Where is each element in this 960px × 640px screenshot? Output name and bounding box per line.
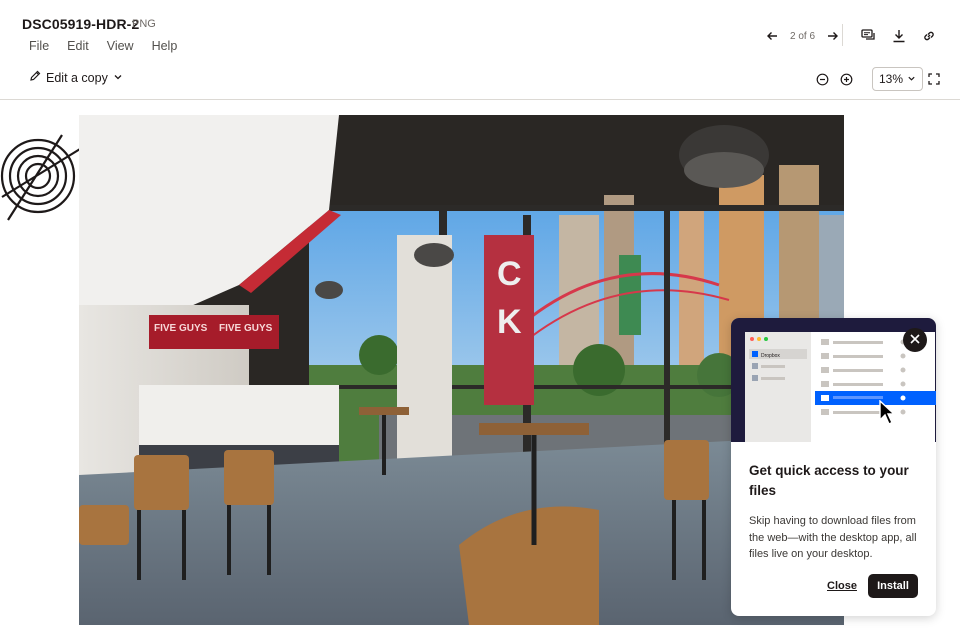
menu-help[interactable]: Help (152, 39, 178, 53)
zoom-select[interactable]: 13% (872, 67, 923, 91)
five-guys-sign-left: FIVE GUYS (154, 323, 208, 334)
file-actions (861, 28, 937, 44)
restaurant-photo: C K FIVE GUYS FIVE GUYS (79, 115, 844, 625)
desktop-app-promo: Dropbox Get quick access to your files S… (731, 318, 936, 616)
promo-body: Skip having to download files from the w… (749, 515, 917, 560)
zoom-value: 13% (878, 72, 904, 86)
edit-copy-label: Edit a copy (46, 70, 108, 85)
promo-close-link[interactable]: Close (827, 580, 857, 592)
five-guys-sign-right: FIVE GUYS (219, 323, 273, 334)
decorative-spiral-graphic (0, 134, 80, 221)
menu-file[interactable]: File (29, 39, 49, 53)
toolbar-divider (842, 24, 843, 46)
install-button[interactable]: Install (868, 574, 918, 598)
cursor-icon (879, 400, 896, 425)
comment-icon[interactable] (861, 28, 877, 44)
arrow-right-icon[interactable] (825, 28, 841, 44)
svg-text:C: C (497, 255, 522, 293)
file-title: DSC05919-HDR-2 (22, 16, 140, 32)
mock-sidebar-label: Dropbox (761, 353, 780, 359)
fullscreen-icon[interactable] (926, 71, 942, 87)
page-navigator: 2 of 6 (764, 28, 841, 44)
edit-copy-button[interactable]: Edit a copy (29, 70, 123, 85)
arrow-left-icon[interactable] (764, 28, 780, 44)
svg-text:K: K (497, 303, 522, 341)
chevron-down-icon (113, 71, 123, 85)
pencil-icon (29, 70, 41, 85)
download-icon[interactable] (891, 28, 907, 44)
menu-view[interactable]: View (107, 39, 134, 53)
link-icon[interactable] (921, 28, 937, 44)
page-counter: 2 of 6 (790, 30, 816, 42)
chevron-down-icon (907, 72, 916, 86)
zoom-controls: 13% (814, 67, 923, 91)
promo-close-button[interactable] (903, 328, 927, 352)
top-bar: DSC05919-HDR-2 PNG File Edit View Help 2… (0, 0, 960, 100)
menu-edit[interactable]: Edit (67, 39, 89, 53)
zoom-out-icon[interactable] (814, 71, 830, 87)
file-type-label: PNG (132, 18, 156, 30)
promo-title: Get quick access to your files (749, 463, 909, 498)
close-icon (910, 331, 920, 349)
zoom-in-icon[interactable] (838, 71, 854, 87)
menu-bar: File Edit View Help (29, 39, 195, 53)
preview-area: C K FIVE GUYS FIVE GUYS Dropbox Get quic… (0, 101, 960, 640)
